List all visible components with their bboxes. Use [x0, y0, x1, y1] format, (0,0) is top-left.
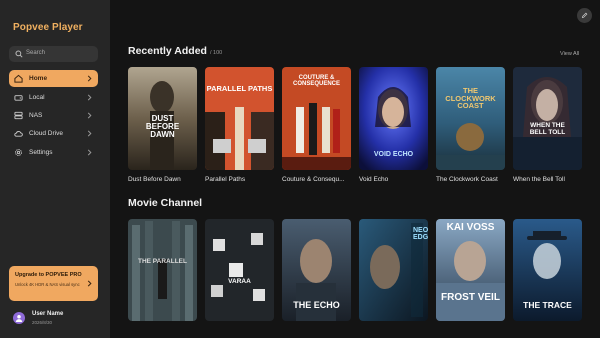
view-all-link[interactable]: View All	[560, 51, 579, 57]
nav-item-label: Settings	[29, 149, 53, 156]
poster-title-text: THE ECHO	[293, 300, 340, 310]
upgrade-promo-card[interactable]: Upgrade to POPVEE PRO Unlock 4K HDR & NA…	[9, 266, 98, 301]
chevron-right-icon	[87, 94, 92, 101]
nav-item-label: NAS	[29, 112, 43, 119]
poster-title-text: DUST BEFORE DAWN	[145, 114, 180, 139]
poster-the-trace[interactable]: THE TRACE	[513, 219, 582, 321]
nav-item-settings[interactable]: Settings	[9, 144, 98, 161]
user-date: 2026/8/30	[32, 320, 53, 325]
poster-title-text: VARAA	[228, 278, 251, 285]
poster-frost-veil[interactable]: KAI VOSS FROST VEIL	[436, 219, 505, 321]
poster-neon-edge[interactable]: NEON EDGE	[359, 219, 428, 321]
poster-title-text: NEON EDGE	[413, 227, 428, 242]
poster-the-echo[interactable]: THE ECHO	[282, 219, 351, 321]
nav-item-home[interactable]: Home	[9, 70, 98, 87]
pencil-icon	[581, 12, 588, 19]
section-count: / 100	[209, 50, 223, 56]
promo-title: Upgrade to POPVEE PRO	[15, 272, 82, 278]
movie-title: Void Echo	[359, 176, 389, 183]
poster-the-parallel[interactable]: THE PARALLEL	[128, 219, 197, 321]
nas-icon	[14, 111, 23, 120]
nav-item-label: Local	[29, 94, 45, 101]
home-icon	[14, 74, 23, 83]
movie-title: Parallel Paths	[205, 176, 246, 183]
poster-void-echo[interactable]: VOID ECHO	[359, 67, 428, 170]
nav-item-local[interactable]: Local	[9, 89, 98, 106]
movie-title: When the Bell Toll	[513, 176, 565, 183]
poster-dust-before-dawn[interactable]: DUST BEFORE DAWN	[128, 67, 197, 170]
user-name: User Name	[32, 311, 64, 317]
sidebar: Popvee Player Search Home Local NAS Clou…	[0, 0, 110, 338]
nav-item-cloud-drive[interactable]: Cloud Drive	[9, 125, 98, 142]
movie-title: The Clockwork Coast	[436, 176, 498, 183]
app-title: Popvee Player	[13, 22, 83, 33]
search-icon	[15, 50, 23, 58]
poster-title-text: WHEN THE BELL TOLL	[529, 122, 566, 136]
poster-title-text: PARALLEL PATHS	[206, 84, 273, 93]
poster-parallel-paths[interactable]: PARALLEL PATHS	[205, 67, 274, 170]
movie-title: Couture & Consequ...	[282, 176, 345, 183]
local-drive-icon	[14, 95, 23, 101]
nav-item-label: Cloud Drive	[29, 130, 63, 137]
poster-the-clockwork-coast[interactable]: THE CLOCKWORK COAST	[436, 67, 505, 170]
gear-icon	[15, 149, 22, 156]
nav-item-label: Home	[29, 75, 48, 82]
user-icon	[15, 314, 23, 322]
poster-varaa[interactable]: VARAA	[205, 219, 274, 321]
search-box[interactable]: Search	[9, 46, 98, 62]
chevron-right-icon	[87, 130, 92, 137]
section-title-movie-channel: Movie Channel	[128, 197, 203, 209]
section-title-recently-added: Recently Added/ 100	[128, 45, 223, 57]
poster-couture-consequence[interactable]: COUTURE & CONSEQUENCE	[282, 67, 351, 170]
poster-title-text: VOID ECHO	[373, 151, 414, 158]
movie-title: Dust Before Dawn	[128, 176, 181, 183]
nav-item-nas[interactable]: NAS	[9, 107, 98, 124]
poster-title-text: KAI VOSS	[446, 222, 495, 233]
poster-when-the-bell-toll[interactable]: WHEN THE BELL TOLL	[513, 67, 582, 170]
avatar[interactable]	[13, 312, 25, 324]
poster-subtitle-text: FROST VEIL	[441, 292, 500, 303]
poster-title-text: THE TRACE	[523, 300, 572, 310]
cloud-icon	[14, 131, 23, 137]
chevron-right-icon	[87, 112, 92, 119]
chevron-right-icon	[87, 75, 92, 82]
search-input[interactable]: Search	[26, 50, 45, 56]
poster-title-text: COUTURE & CONSEQUENCE	[292, 75, 340, 87]
chevron-right-icon	[87, 280, 92, 287]
poster-title-text: THE CLOCKWORK COAST	[445, 86, 496, 110]
edit-button[interactable]	[577, 8, 592, 23]
poster-title-text: THE PARALLEL	[138, 258, 187, 265]
promo-text: Unlock 4K HDR & NAS visual sync	[15, 282, 80, 287]
chevron-right-icon	[87, 149, 92, 156]
